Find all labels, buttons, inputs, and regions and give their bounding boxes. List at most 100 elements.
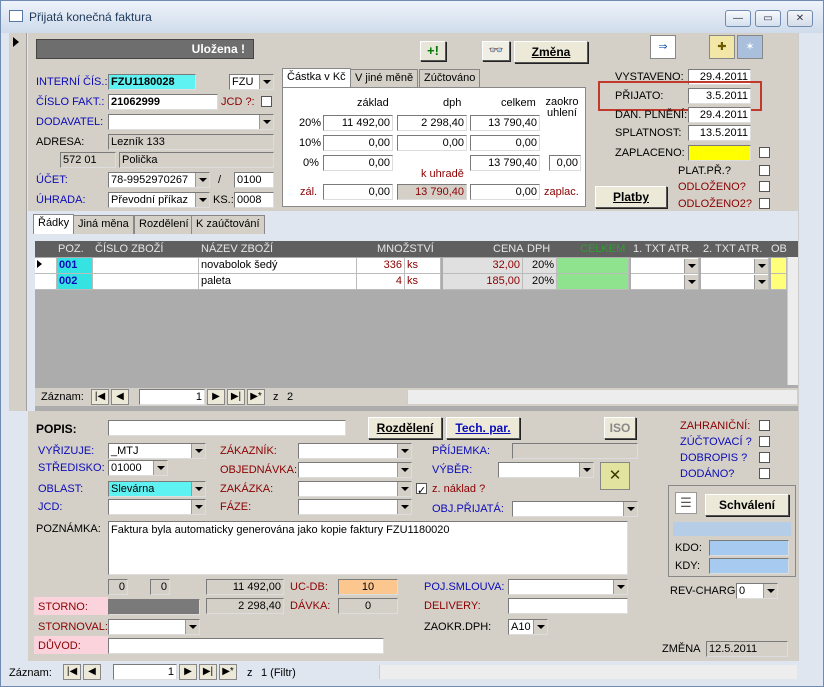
tech-par-button[interactable]: Tech. par. (446, 417, 520, 439)
tab-rozdeleni[interactable]: Rozdělení (134, 215, 194, 234)
dropdown-arrow-icon[interactable] (754, 275, 768, 289)
dropdown-arrow-icon[interactable] (191, 500, 205, 514)
dan-plneni-field[interactable]: 29.4.2011 (688, 107, 751, 123)
view-glasses-button[interactable]: 👓 (482, 41, 510, 61)
plat-pr-checkbox[interactable] (759, 165, 770, 176)
celkem-10-field[interactable]: 0,00 (470, 135, 540, 151)
dobropis-checkbox[interactable] (759, 452, 770, 463)
form-vscroll[interactable] (798, 33, 810, 661)
zaklad-20-field[interactable]: 11 492,00 (323, 115, 393, 131)
dropdown-arrow-icon[interactable] (259, 75, 273, 89)
row-txt2[interactable] (701, 274, 769, 290)
row-cislo[interactable] (93, 274, 199, 290)
iso-button[interactable]: ISO (604, 417, 636, 439)
poj-smlouva-select[interactable] (508, 579, 628, 595)
ucet-select[interactable]: 78-9952970267 (108, 172, 210, 188)
zaplaceno-field[interactable] (688, 145, 751, 161)
maximize-button[interactable]: ▭ (755, 10, 781, 27)
next-record-button[interactable]: ▶ (207, 389, 225, 405)
zakaznik-select[interactable] (298, 443, 412, 459)
jcd-select[interactable] (108, 499, 206, 515)
next-record-button[interactable]: ▶ (179, 664, 197, 680)
dph-10-field[interactable]: 0,00 (397, 135, 467, 151)
minimize-button[interactable]: — (725, 10, 751, 27)
calculator-icon[interactable]: ✚ (709, 35, 735, 59)
dropdown-arrow-icon[interactable] (684, 275, 698, 289)
grid-vscroll[interactable] (787, 257, 798, 385)
export-icon[interactable]: ⇒ (650, 35, 676, 59)
row-dph[interactable]: 20% (523, 274, 557, 290)
dropdown-arrow-icon[interactable] (397, 500, 411, 514)
close-button[interactable]: ✕ (787, 10, 813, 27)
dropdown-arrow-icon[interactable] (153, 461, 167, 475)
grid-record-field[interactable]: 1 (139, 389, 205, 405)
duvod-field[interactable] (108, 638, 384, 654)
dropdown-arrow-icon[interactable] (195, 173, 209, 187)
dropdown-arrow-icon[interactable] (259, 115, 273, 129)
new-record-button[interactable]: ▶* (247, 389, 265, 405)
add-record-button[interactable]: +! (420, 41, 446, 61)
dropdown-arrow-icon[interactable] (579, 463, 593, 477)
dodavatel-select[interactable] (108, 114, 274, 130)
row-cena[interactable]: 32,00 (443, 258, 523, 274)
rev-charg-select[interactable]: 0 (736, 583, 778, 599)
delivery-field[interactable] (508, 598, 628, 614)
dropdown-arrow-icon[interactable] (623, 502, 637, 516)
dropdown-arrow-icon[interactable] (195, 193, 209, 207)
jcd-checkbox[interactable] (261, 96, 272, 107)
zuctovaci-checkbox[interactable] (759, 436, 770, 447)
record-selector[interactable] (9, 33, 27, 411)
cislo-field[interactable]: 21062999 (108, 94, 218, 110)
stredisko-select[interactable]: 01000 (108, 460, 168, 476)
popis-field[interactable] (108, 420, 346, 436)
zahranicni-checkbox[interactable] (759, 420, 770, 431)
row-nazev[interactable]: paleta (199, 274, 357, 290)
zaplac-field[interactable]: 0,00 (470, 184, 540, 200)
row-mnozstvi[interactable]: 336 (357, 258, 405, 274)
zakazka-select[interactable] (298, 481, 412, 497)
odlozeno2-checkbox[interactable] (759, 198, 770, 209)
dropdown-arrow-icon[interactable] (754, 259, 768, 273)
first-record-button[interactable]: |◀ (63, 664, 81, 680)
vyrizuje-select[interactable]: _MTJ (108, 443, 206, 459)
row-jednotka[interactable]: ks (405, 258, 441, 274)
splatnost-field[interactable]: 13.5.2011 (688, 125, 751, 141)
row-cena[interactable]: 185,00 (443, 274, 523, 290)
zaklad-0-field[interactable]: 0,00 (323, 155, 393, 171)
dropdown-arrow-icon[interactable] (191, 444, 205, 458)
row-selector[interactable] (35, 258, 57, 274)
dropdown-arrow-icon[interactable] (684, 259, 698, 273)
uhrada-select[interactable]: Převodní příkaz (108, 192, 210, 208)
oblast-select[interactable]: Slevárna (108, 481, 206, 497)
prijato-field[interactable]: 3.5.2011 (688, 88, 751, 104)
first-record-button[interactable]: |◀ (91, 389, 109, 405)
tab-jina-mena[interactable]: V jiné měně (350, 69, 419, 88)
row-jednotka[interactable]: ks (405, 274, 441, 290)
row-cislo[interactable] (93, 258, 199, 274)
platby-button[interactable]: Platby (595, 186, 667, 208)
zal-field[interactable]: 0,00 (323, 184, 393, 200)
poznamka-field[interactable]: Faktura byla automaticky generována jako… (108, 521, 628, 575)
interni-type-select[interactable]: FZU (229, 74, 274, 90)
zaokr-dph-select[interactable]: A10 (508, 619, 548, 635)
grid-hscroll[interactable] (407, 390, 797, 404)
dropdown-arrow-icon[interactable] (763, 584, 777, 598)
interni-field[interactable]: FZU1180028 (108, 74, 196, 90)
zaplaceno-checkbox[interactable] (759, 147, 770, 158)
celkem-0-field[interactable]: 13 790,40 (470, 155, 540, 171)
prev-record-button[interactable]: ◀ (83, 664, 101, 680)
tab-zuctovano[interactable]: Zúčtováno (419, 69, 481, 88)
form-hscroll[interactable] (379, 665, 797, 679)
dodano-checkbox[interactable] (759, 468, 770, 479)
dropdown-arrow-icon[interactable] (397, 482, 411, 496)
dropdown-arrow-icon[interactable] (397, 463, 411, 477)
star-icon[interactable]: ✶ (737, 35, 763, 59)
stornoval-select[interactable] (108, 619, 200, 635)
dropdown-arrow-icon[interactable] (185, 620, 199, 634)
row-dph[interactable]: 20% (523, 258, 557, 274)
obj-prijata-select[interactable] (512, 501, 638, 517)
zaklad-10-field[interactable]: 0,00 (323, 135, 393, 151)
new-record-button[interactable]: ▶* (219, 664, 237, 680)
objednavka-select[interactable] (298, 462, 412, 478)
last-record-button[interactable]: ▶| (227, 389, 245, 405)
